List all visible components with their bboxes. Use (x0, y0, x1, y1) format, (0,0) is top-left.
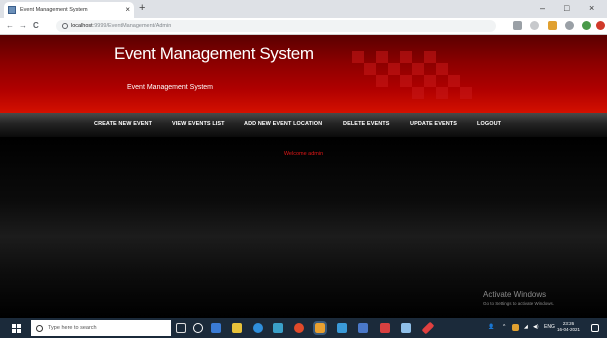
clock-date: 16-04-2021 (557, 327, 581, 332)
language-indicator[interactable]: ENG (544, 324, 555, 330)
browser-tab[interactable]: Event Management System × (4, 2, 134, 18)
firefox-icon[interactable] (294, 323, 304, 333)
star-icon[interactable] (530, 21, 539, 30)
nav-create-new-event[interactable]: CREATE NEW EVENT (94, 121, 152, 127)
network-icon[interactable]: ◢ (524, 324, 528, 330)
windows-taskbar: Type here to search 👤 ^ ◢ ◀) ENG 23:26 1… (0, 318, 607, 338)
search-icon (36, 324, 43, 332)
welcome-message: Welcome admin (283, 151, 324, 157)
maximize-button[interactable]: □ (564, 2, 569, 15)
extension-red-icon[interactable] (596, 21, 605, 30)
header-decoration-pattern (352, 51, 472, 99)
activate-windows-hint: Go to Settings to activate Windows. (483, 301, 555, 306)
new-tab-button[interactable]: + (139, 2, 145, 15)
address-bar[interactable]: localhost :9999/EventManagement/Admin (56, 20, 496, 32)
show-hidden-icons[interactable]: ^ (503, 324, 505, 330)
extension-green-icon[interactable] (582, 21, 591, 30)
app-pen-icon[interactable] (421, 321, 435, 335)
url-host: localhost (71, 23, 93, 29)
close-window-button[interactable]: × (589, 2, 594, 15)
site-title: Event Management System (114, 44, 314, 63)
profile-icon[interactable] (565, 21, 574, 30)
site-subtitle: Event Management System (127, 84, 213, 91)
nav-logout[interactable]: LOGOUT (477, 121, 501, 127)
taskbar-search-box[interactable]: Type here to search (31, 320, 171, 336)
reload-button[interactable]: C (33, 20, 39, 32)
cortana-icon[interactable] (193, 323, 203, 333)
store-icon[interactable] (273, 323, 283, 333)
microphone-icon[interactable] (176, 323, 186, 333)
tab-close-icon[interactable]: × (125, 6, 130, 14)
edge-icon[interactable] (253, 323, 263, 333)
main-content: Welcome admin Activate Windows Go to Set… (0, 137, 607, 318)
windows-start-icon[interactable] (12, 324, 21, 333)
file-explorer-icon[interactable] (232, 323, 242, 333)
app-blue-icon[interactable] (401, 323, 411, 333)
site-info-icon[interactable] (62, 23, 68, 29)
minimize-button[interactable]: – (540, 2, 545, 15)
app-red-icon[interactable] (380, 323, 390, 333)
forward-button[interactable]: → (19, 20, 27, 32)
people-icon[interactable]: 👤 (488, 324, 494, 330)
activate-windows-title: Activate Windows (483, 290, 547, 299)
task-view-icon[interactable] (211, 323, 221, 333)
tray-app-icon[interactable] (512, 324, 519, 331)
back-button[interactable]: ← (6, 20, 14, 32)
key-icon[interactable] (513, 21, 522, 30)
notifications-icon[interactable] (591, 324, 599, 332)
taskbar-search-placeholder: Type here to search (48, 325, 97, 331)
volume-icon[interactable]: ◀) (533, 324, 539, 330)
browser-tab-strip: Event Management System × + – □ × (0, 0, 607, 18)
nav-add-new-event-location[interactable]: ADD NEW EVENT LOCATION (244, 121, 322, 127)
address-bar-row: ← → C localhost :9999/EventManagement/Ad… (0, 18, 607, 35)
nav-update-events[interactable]: UPDATE EVENTS (410, 121, 457, 127)
url-path: :9999/EventManagement/Admin (92, 23, 172, 29)
main-navigation: CREATE NEW EVENT VIEW EVENTS LIST ADD NE… (0, 113, 607, 137)
site-header: Event Management System Event Management… (0, 35, 607, 113)
taskbar-clock[interactable]: 23:26 16-04-2021 (557, 321, 580, 333)
page-favicon-icon (8, 6, 16, 14)
extension-icon[interactable] (548, 21, 557, 30)
active-app-icon[interactable] (313, 321, 327, 335)
activate-windows-watermark: Activate Windows Go to Settings to activ… (483, 290, 554, 306)
tab-title: Event Management System (20, 7, 88, 13)
mail-icon[interactable] (337, 323, 347, 333)
nav-view-events-list[interactable]: VIEW EVENTS LIST (172, 121, 225, 127)
nav-delete-events[interactable]: DELETE EVENTS (343, 121, 390, 127)
word-icon[interactable] (358, 323, 368, 333)
